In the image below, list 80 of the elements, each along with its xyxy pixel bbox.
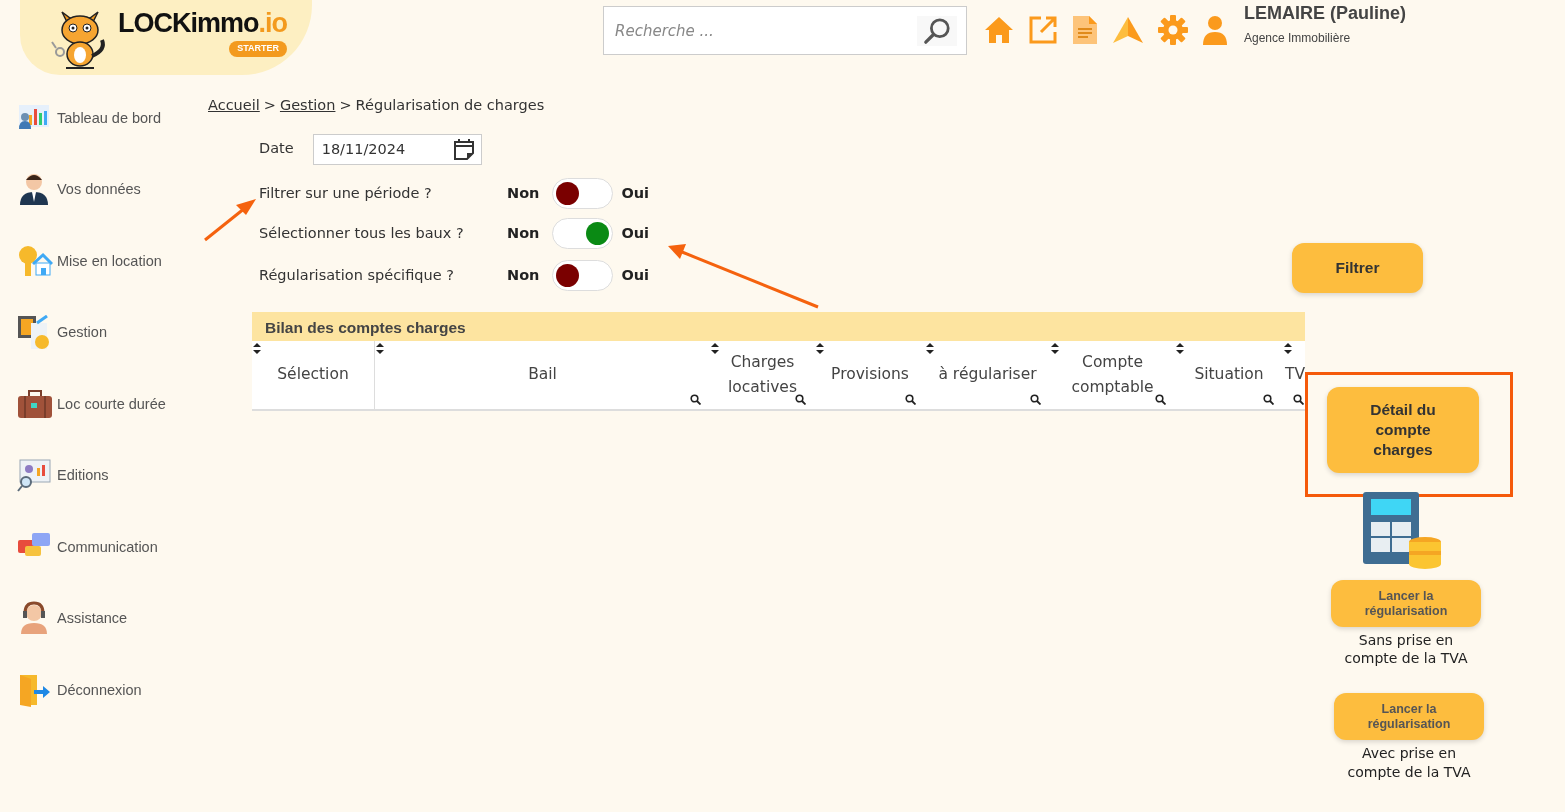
table-title: Bilan des comptes charges: [252, 311, 1305, 341]
sidebar-item[interactable]: Tableau de bord: [17, 83, 200, 155]
sort-icon[interactable]: [376, 342, 384, 354]
menu-label: Gestion: [57, 323, 107, 343]
breadcrumb-separator: >: [263, 96, 276, 115]
menu-label: Editions: [57, 466, 109, 486]
column-header[interactable]: Provisions: [831, 362, 909, 388]
user-role: Agence Immobilière: [1244, 29, 1352, 47]
search-icon[interactable]: [1030, 393, 1041, 405]
toggle-label: Régularisation spécifique ?: [259, 265, 455, 285]
toggle-switch[interactable]: [552, 178, 614, 210]
plan-badge: STARTER: [229, 41, 287, 57]
column-header[interactable]: à régulariser: [938, 362, 1037, 388]
menu-label: Vos données: [57, 180, 141, 200]
search-icon[interactable]: [1155, 393, 1166, 405]
search-icon: [923, 15, 951, 46]
annotation-arrow: [204, 199, 256, 242]
breadcrumb-link[interactable]: Gestion: [279, 95, 336, 117]
menu-label: Loc courte durée: [57, 394, 166, 414]
toggle-off-label: Non: [507, 265, 540, 285]
sort-icon[interactable]: [711, 342, 719, 354]
sidebar-item[interactable]: Assistance: [17, 583, 200, 655]
sort-icon[interactable]: [1051, 342, 1059, 354]
sidebar-item[interactable]: Déconnexion: [17, 655, 200, 727]
column-header[interactable]: Situation: [1194, 362, 1264, 388]
search-input[interactable]: Recherche ...: [604, 7, 917, 54]
toggle-switch[interactable]: [552, 260, 614, 292]
search-icon[interactable]: [905, 393, 916, 405]
toggle-label: Filtrer sur une période ?: [259, 183, 433, 203]
search-button[interactable]: [917, 15, 957, 46]
sidebar-item[interactable]: Communication: [17, 512, 200, 584]
toggle-off-label: Non: [507, 223, 540, 243]
filter-button[interactable]: Filtrer: [1292, 243, 1423, 293]
menu-label: Communication: [57, 537, 158, 557]
calendar-icon[interactable]: [452, 138, 475, 161]
toggle-on-label: Oui: [621, 183, 650, 203]
document-icon[interactable]: [1072, 15, 1098, 45]
sort-icon[interactable]: [816, 342, 824, 354]
regularisation-button[interactable]: Lancer la régularisation: [1334, 693, 1484, 741]
menu-label: Mise en location: [57, 251, 162, 271]
detail-button[interactable]: Détail du compte charges: [1327, 387, 1479, 473]
column-header[interactable]: TV: [1283, 362, 1305, 388]
toggle-label: Sélectionner tous les baux ?: [259, 223, 465, 243]
sidebar-item[interactable]: Gestion: [17, 297, 200, 369]
column-header[interactable]: Compte comptable: [1057, 349, 1168, 400]
user-name: LEMAIRE (Pauline): [1244, 3, 1406, 25]
column-header[interactable]: Bail: [528, 362, 557, 388]
sort-icon[interactable]: [1284, 342, 1292, 354]
search-icon[interactable]: [1293, 393, 1304, 405]
search-icon[interactable]: [795, 393, 806, 405]
toggle-on-label: Oui: [621, 223, 650, 243]
brand-name: LOCKimmo.io: [118, 10, 287, 38]
breadcrumb-separator: >: [339, 96, 352, 115]
column-header[interactable]: Charges locatives: [717, 349, 808, 400]
search-field[interactable]: Recherche ...: [603, 6, 967, 55]
sidebar-item[interactable]: Editions: [17, 440, 200, 512]
date-field[interactable]: 18/11/2024: [312, 133, 482, 165]
sort-icon[interactable]: [926, 342, 934, 354]
sidebar-item[interactable]: Loc courte durée: [17, 369, 200, 441]
sort-icon[interactable]: [1176, 342, 1184, 354]
button-caption: Avec prise en compte de la TVA: [1346, 744, 1472, 781]
calculator-coins-icon: [1361, 490, 1443, 570]
breadcrumb-link[interactable]: Accueil: [208, 95, 260, 117]
field-label: Date: [259, 139, 294, 159]
breadcrumb-current: Régularisation de charges: [355, 96, 545, 115]
toggle-off-label: Non: [507, 183, 540, 203]
sidebar-item[interactable]: Mise en location: [17, 226, 200, 298]
search-icon[interactable]: [690, 393, 701, 405]
regularisation-button[interactable]: Lancer la régularisation: [1331, 580, 1481, 627]
menu-label: Assistance: [57, 609, 128, 629]
sort-icon[interactable]: [253, 342, 261, 354]
column-header[interactable]: Sélection: [277, 362, 349, 388]
toggle-on-label: Oui: [621, 265, 650, 285]
menu-label: Tableau de bord: [57, 108, 161, 128]
sidebar-item[interactable]: Vos données: [17, 154, 200, 226]
menu-label: Déconnexion: [57, 680, 142, 700]
date-input[interactable]: 18/11/2024: [319, 134, 440, 164]
search-icon[interactable]: [1263, 393, 1274, 405]
toggle-switch[interactable]: [552, 218, 614, 250]
button-caption: Sans prise en compte de la TVA: [1343, 631, 1469, 668]
